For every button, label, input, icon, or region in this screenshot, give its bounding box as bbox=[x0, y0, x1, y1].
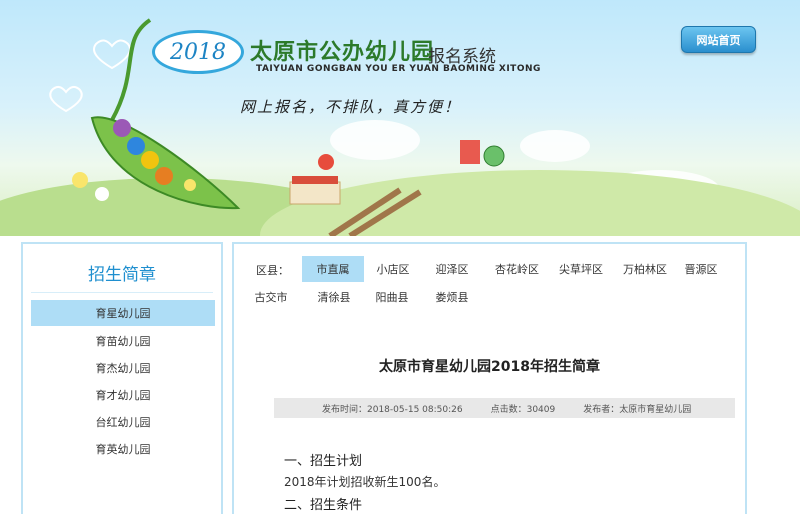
flower-icon bbox=[95, 187, 109, 201]
ball-icon bbox=[483, 145, 505, 167]
article-meta: 发布时间：2018-05-15 08:50:26 点击数：30409 发布者：太… bbox=[274, 398, 735, 418]
article-title: 太原市育星幼儿园2018年招生简章 bbox=[379, 359, 600, 375]
district-tab-xinghualing[interactable]: 杏花岭区 bbox=[486, 256, 548, 282]
pea-icon bbox=[141, 151, 159, 169]
vine-icon bbox=[110, 18, 152, 121]
meta-view-count: 点击数：30409 bbox=[490, 404, 556, 415]
house-icon bbox=[289, 181, 341, 205]
year-badge: 2018 bbox=[152, 30, 244, 74]
roof-icon bbox=[292, 176, 338, 184]
district-tab-loufan[interactable]: 娄烦县 bbox=[424, 284, 480, 310]
district-label: 区县： bbox=[256, 264, 289, 277]
section-heading: 一、招生计划 bbox=[284, 454, 363, 469]
pea-icon bbox=[155, 167, 173, 185]
site-pinyin: TAIYUAN GONGBAN YOU ER YUAN BAOMING XITO… bbox=[256, 64, 541, 74]
page: 2018 太原市公办幼儿园 报名系统 TAIYUAN GONGBAN YOU E… bbox=[0, 0, 800, 514]
paragraph: 2018年计划招收新生100名。 bbox=[284, 475, 446, 489]
flower-icon bbox=[184, 179, 196, 191]
heart-icon bbox=[49, 86, 83, 113]
pea-icon bbox=[113, 119, 131, 137]
meta-publisher: 发布者：太原市育星幼儿园 bbox=[583, 404, 692, 415]
sidebar-divider bbox=[31, 292, 213, 293]
sidebar-title: 招生简章 bbox=[88, 265, 156, 285]
home-button[interactable]: 网站首页 bbox=[681, 26, 756, 53]
flower-icon bbox=[72, 172, 88, 188]
pea-icon bbox=[127, 137, 145, 155]
sidebar-item-yuxing[interactable]: 育星幼儿园 bbox=[31, 300, 215, 326]
district-tab-shizhishu[interactable]: 市直属 bbox=[302, 256, 364, 282]
district-tab-yingze[interactable]: 迎泽区 bbox=[422, 256, 482, 282]
district-tab-gujiao[interactable]: 古交市 bbox=[246, 284, 296, 310]
district-tab-xiaodian[interactable]: 小店区 bbox=[364, 256, 422, 282]
slogan: 网上报名，不排队，真方便！ bbox=[240, 98, 462, 116]
slide-icon bbox=[460, 140, 480, 164]
sidebar-item-yumiao[interactable]: 育苗幼儿园 bbox=[31, 328, 215, 354]
sidebar-item-yuying[interactable]: 育英幼儿园 bbox=[31, 436, 215, 462]
main-content: 区县： 市直属 小店区 迎泽区 杏花岭区 尖草坪区 万柏林区 晋源区 古交市 清… bbox=[232, 242, 747, 514]
district-tab-jinyuan[interactable]: 晋源区 bbox=[676, 256, 726, 282]
header-banner: 2018 太原市公办幼儿园 报名系统 TAIYUAN GONGBAN YOU E… bbox=[0, 0, 800, 236]
district-tab-jiancaoping[interactable]: 尖草坪区 bbox=[550, 256, 612, 282]
ball-icon bbox=[318, 154, 334, 170]
sidebar: 招生简章 育星幼儿园 育苗幼儿园 育杰幼儿园 育才幼儿园 台红幼儿园 育英幼儿园 bbox=[21, 242, 223, 514]
sidebar-item-yujie[interactable]: 育杰幼儿园 bbox=[31, 355, 215, 381]
sidebar-item-yucai[interactable]: 育才幼儿园 bbox=[31, 382, 215, 408]
meta-publish-time: 发布时间：2018-05-15 08:50:26 bbox=[322, 404, 463, 415]
district-tab-qingxu[interactable]: 清徐县 bbox=[306, 284, 362, 310]
site-title: 太原市公办幼儿园 bbox=[250, 39, 435, 65]
section-heading: 二、招生条件 bbox=[284, 498, 363, 513]
district-tab-yangqu[interactable]: 阳曲县 bbox=[364, 284, 420, 310]
sidebar-item-taihong[interactable]: 台红幼儿园 bbox=[31, 409, 215, 435]
heart-icon bbox=[93, 39, 131, 70]
district-tab-wanbailin[interactable]: 万柏林区 bbox=[614, 256, 676, 282]
